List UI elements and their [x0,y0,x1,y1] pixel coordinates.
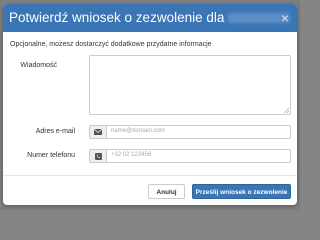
intro-text: Opcjonalne, możesz dostarczyć dodatkowe … [10,41,212,48]
phone-label: Numer telefonu [27,152,75,159]
submit-request-button[interactable]: Prześlij wniosek o zezwolenie [192,184,291,199]
email-placeholder: name@domain.com [111,128,165,134]
dialog-title-text: Potwierdź wniosek o zezwolenie dla [9,10,225,25]
close-icon[interactable]: × [279,11,291,25]
dialog-header: Potwierdź wniosek o zezwolenie dla × [3,4,297,32]
message-textarea[interactable] [89,55,291,115]
email-label: Adres e-mail [35,128,75,135]
phone-icon [90,150,107,162]
message-label: Wiadomość [20,62,57,69]
footer-divider [3,175,297,176]
envelope-icon [90,126,107,138]
resize-grip-icon[interactable] [284,108,289,113]
email-field[interactable]: name@domain.com [89,125,291,139]
phone-field[interactable]: +32 02 123456 [89,149,291,163]
permission-request-dialog: Potwierdź wniosek o zezwolenie dla × Opc… [3,4,297,205]
dialog-title: Potwierdź wniosek o zezwolenie dla [9,9,291,26]
cancel-button[interactable]: Anuluj [148,184,185,199]
phone-placeholder: +32 02 123456 [111,152,152,158]
